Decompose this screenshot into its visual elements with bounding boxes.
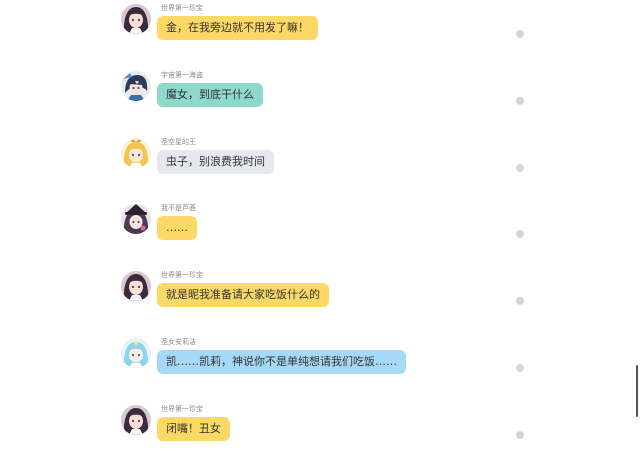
dark-hair-girl-avatar[interactable] xyxy=(121,271,151,301)
message-bubble[interactable]: 闭嘴！丑女 xyxy=(157,417,230,441)
chat-message: 圣空星的王 虫子，别浪费我时间 xyxy=(121,138,541,188)
status-dot xyxy=(516,164,524,172)
message-bubble[interactable]: 就是昵我准备请大家吃饭什么的 xyxy=(157,283,329,307)
scrollbar-thumb[interactable] xyxy=(636,365,638,417)
sender-name: 圣女安莉洁 xyxy=(161,338,196,346)
message-bubble[interactable]: 魔女，到底干什么 xyxy=(157,83,263,107)
sender-name: 圣空星的王 xyxy=(161,138,196,146)
witch-girl-avatar[interactable] xyxy=(121,204,151,234)
sender-name: 宇宙第一海盗 xyxy=(161,71,203,79)
status-dot xyxy=(516,97,524,105)
sender-name: 世界第一珍宝 xyxy=(161,405,203,413)
status-dot xyxy=(516,230,524,238)
dark-hair-girl-avatar[interactable] xyxy=(121,405,151,435)
sender-name: 世界第一珍宝 xyxy=(161,4,203,12)
status-dot xyxy=(516,30,524,38)
message-bubble[interactable]: …… xyxy=(157,216,197,240)
dark-hair-girl-avatar[interactable] xyxy=(121,4,151,34)
chat-log[interactable]: 世界第一珍宝 金，在我旁边就不用发了嘛！ 宇宙第一海盗 魔女，到底干什么 圣空星… xyxy=(0,0,640,455)
status-dot xyxy=(516,364,524,372)
message-bubble[interactable]: 凯……凯莉，神说你不是单纯想请我们吃饭…… xyxy=(157,350,406,374)
status-dot xyxy=(516,297,524,305)
blonde-king-avatar[interactable] xyxy=(121,138,151,168)
chat-message: 世界第一珍宝 就是昵我准备请大家吃饭什么的 xyxy=(121,271,541,321)
message-bubble[interactable]: 虫子，别浪费我时间 xyxy=(157,150,274,174)
sender-name: 世界第一珍宝 xyxy=(161,271,203,279)
chat-message: 我不是芦荟 …… xyxy=(121,204,541,254)
chat-message: 宇宙第一海盗 魔女，到底干什么 xyxy=(121,71,541,121)
pirate-boy-avatar[interactable] xyxy=(121,71,151,101)
chat-message: 世界第一珍宝 闭嘴！丑女 xyxy=(121,405,541,455)
chat-message: 世界第一珍宝 金，在我旁边就不用发了嘛！ xyxy=(121,4,541,54)
chat-message: 圣女安莉洁 凯……凯莉，神说你不是单纯想请我们吃饭…… xyxy=(121,338,541,388)
blue-hair-saint-avatar[interactable] xyxy=(121,338,151,368)
sender-name: 我不是芦荟 xyxy=(161,204,196,212)
message-bubble[interactable]: 金，在我旁边就不用发了嘛！ xyxy=(157,16,318,40)
status-dot xyxy=(516,431,524,439)
